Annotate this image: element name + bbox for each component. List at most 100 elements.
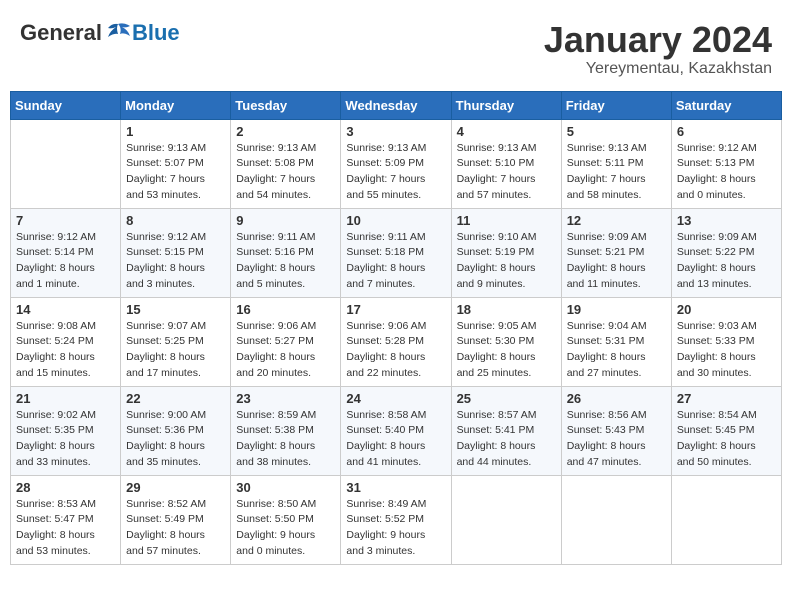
day-number: 27 (677, 391, 776, 406)
day-info: Sunrise: 8:56 AM Sunset: 5:43 PM Dayligh… (567, 408, 666, 471)
day-info: Sunrise: 9:06 AM Sunset: 5:28 PM Dayligh… (346, 319, 445, 382)
logo-general-text: General (20, 20, 102, 46)
day-number: 15 (126, 302, 225, 317)
calendar-cell: 11 Sunrise: 9:10 AM Sunset: 5:19 PM Dayli… (451, 208, 561, 297)
day-info: Sunrise: 8:50 AM Sunset: 5:50 PM Dayligh… (236, 497, 335, 560)
calendar-cell (451, 475, 561, 564)
day-number: 6 (677, 124, 776, 139)
month-title: January 2024 (544, 20, 772, 60)
calendar-cell: 28 Sunrise: 8:53 AM Sunset: 5:47 PM Dayli… (11, 475, 121, 564)
weekday-header-friday: Friday (561, 91, 671, 119)
calendar-cell: 8Sunrise: 9:12 AM Sunset: 5:15 PM Daylig… (121, 208, 231, 297)
day-number: 28 (16, 480, 115, 495)
calendar-cell: 24Sunrise: 8:58 AM Sunset: 5:40 PM Dayli… (341, 386, 451, 475)
calendar-cell: 29 Sunrise: 8:52 AM Sunset: 5:49 PM Dayli… (121, 475, 231, 564)
day-number: 25 (457, 391, 556, 406)
calendar-cell: 30 Sunrise: 8:50 AM Sunset: 5:50 PM Dayli… (231, 475, 341, 564)
calendar-cell: 17 Sunrise: 9:06 AM Sunset: 5:28 PM Dayli… (341, 297, 451, 386)
day-info: Sunrise: 9:12 AM Sunset: 5:15 PM Dayligh… (126, 230, 225, 293)
calendar-cell: 22Sunrise: 9:00 AM Sunset: 5:36 PM Dayli… (121, 386, 231, 475)
calendar-week-row: 1Sunrise: 9:13 AM Sunset: 5:07 PM Daylig… (11, 119, 782, 208)
day-number: 23 (236, 391, 335, 406)
calendar-cell: 2 Sunrise: 9:13 AM Sunset: 5:08 PM Daylig… (231, 119, 341, 208)
weekday-header-wednesday: Wednesday (341, 91, 451, 119)
day-number: 16 (236, 302, 335, 317)
day-number: 17 (346, 302, 445, 317)
day-info: Sunrise: 9:03 AM Sunset: 5:33 PM Dayligh… (677, 319, 776, 382)
calendar-cell: 10 Sunrise: 9:11 AM Sunset: 5:18 PM Dayli… (341, 208, 451, 297)
day-info: Sunrise: 9:02 AM Sunset: 5:35 PM Dayligh… (16, 408, 115, 471)
day-number: 2 (236, 124, 335, 139)
logo-blue-text: Blue (132, 20, 180, 46)
calendar-cell: 26Sunrise: 8:56 AM Sunset: 5:43 PM Dayli… (561, 386, 671, 475)
calendar-cell: 23 Sunrise: 8:59 AM Sunset: 5:38 PM Dayli… (231, 386, 341, 475)
day-number: 29 (126, 480, 225, 495)
calendar-cell: 19Sunrise: 9:04 AM Sunset: 5:31 PM Dayli… (561, 297, 671, 386)
calendar-cell: 4 Sunrise: 9:13 AM Sunset: 5:10 PM Daylig… (451, 119, 561, 208)
title-block: January 2024 Yereymentau, Kazakhstan (544, 20, 772, 78)
day-info: Sunrise: 9:04 AM Sunset: 5:31 PM Dayligh… (567, 319, 666, 382)
day-info: Sunrise: 8:52 AM Sunset: 5:49 PM Dayligh… (126, 497, 225, 560)
weekday-header-thursday: Thursday (451, 91, 561, 119)
logo-bird-icon (104, 22, 132, 44)
calendar-cell: 7 Sunrise: 9:12 AM Sunset: 5:14 PM Daylig… (11, 208, 121, 297)
weekday-header-tuesday: Tuesday (231, 91, 341, 119)
day-number: 11 (457, 213, 556, 228)
calendar-table: SundayMondayTuesdayWednesdayThursdayFrid… (10, 91, 782, 565)
calendar-cell: 31Sunrise: 8:49 AM Sunset: 5:52 PM Dayli… (341, 475, 451, 564)
calendar-week-row: 14Sunrise: 9:08 AM Sunset: 5:24 PM Dayli… (11, 297, 782, 386)
calendar-cell: 15 Sunrise: 9:07 AM Sunset: 5:25 PM Dayli… (121, 297, 231, 386)
calendar-cell: 9 Sunrise: 9:11 AM Sunset: 5:16 PM Daylig… (231, 208, 341, 297)
day-info: Sunrise: 8:59 AM Sunset: 5:38 PM Dayligh… (236, 408, 335, 471)
day-number: 30 (236, 480, 335, 495)
calendar-cell: 14Sunrise: 9:08 AM Sunset: 5:24 PM Dayli… (11, 297, 121, 386)
day-info: Sunrise: 9:12 AM Sunset: 5:14 PM Dayligh… (16, 230, 115, 293)
weekday-header-monday: Monday (121, 91, 231, 119)
day-info: Sunrise: 9:10 AM Sunset: 5:19 PM Dayligh… (457, 230, 556, 293)
day-info: Sunrise: 9:11 AM Sunset: 5:18 PM Dayligh… (346, 230, 445, 293)
calendar-cell: 13 Sunrise: 9:09 AM Sunset: 5:22 PM Dayli… (671, 208, 781, 297)
day-number: 3 (346, 124, 445, 139)
day-info: Sunrise: 8:53 AM Sunset: 5:47 PM Dayligh… (16, 497, 115, 560)
weekday-header-sunday: Sunday (11, 91, 121, 119)
location-subtitle: Yereymentau, Kazakhstan (544, 60, 772, 78)
calendar-cell (11, 119, 121, 208)
calendar-cell: 5Sunrise: 9:13 AM Sunset: 5:11 PM Daylig… (561, 119, 671, 208)
day-info: Sunrise: 9:05 AM Sunset: 5:30 PM Dayligh… (457, 319, 556, 382)
day-info: Sunrise: 8:49 AM Sunset: 5:52 PM Dayligh… (346, 497, 445, 560)
calendar-week-row: 21 Sunrise: 9:02 AM Sunset: 5:35 PM Dayli… (11, 386, 782, 475)
day-number: 21 (16, 391, 115, 406)
calendar-cell: 3 Sunrise: 9:13 AM Sunset: 5:09 PM Daylig… (341, 119, 451, 208)
day-info: Sunrise: 9:13 AM Sunset: 5:08 PM Dayligh… (236, 141, 335, 204)
day-info: Sunrise: 9:13 AM Sunset: 5:07 PM Dayligh… (126, 141, 225, 204)
day-info: Sunrise: 9:09 AM Sunset: 5:22 PM Dayligh… (677, 230, 776, 293)
day-info: Sunrise: 9:13 AM Sunset: 5:09 PM Dayligh… (346, 141, 445, 204)
day-number: 10 (346, 213, 445, 228)
day-info: Sunrise: 8:57 AM Sunset: 5:41 PM Dayligh… (457, 408, 556, 471)
day-info: Sunrise: 9:11 AM Sunset: 5:16 PM Dayligh… (236, 230, 335, 293)
day-number: 9 (236, 213, 335, 228)
day-info: Sunrise: 9:07 AM Sunset: 5:25 PM Dayligh… (126, 319, 225, 382)
calendar-header-row: SundayMondayTuesdayWednesdayThursdayFrid… (11, 91, 782, 119)
day-number: 13 (677, 213, 776, 228)
weekday-header-saturday: Saturday (671, 91, 781, 119)
logo: General Blue (20, 20, 180, 46)
day-number: 5 (567, 124, 666, 139)
calendar-cell (671, 475, 781, 564)
day-number: 20 (677, 302, 776, 317)
day-info: Sunrise: 9:00 AM Sunset: 5:36 PM Dayligh… (126, 408, 225, 471)
day-info: Sunrise: 9:13 AM Sunset: 5:10 PM Dayligh… (457, 141, 556, 204)
calendar-cell: 25 Sunrise: 8:57 AM Sunset: 5:41 PM Dayli… (451, 386, 561, 475)
calendar-cell: 21 Sunrise: 9:02 AM Sunset: 5:35 PM Dayli… (11, 386, 121, 475)
page-header: General Blue January 2024 Yereymentau, K… (10, 10, 782, 83)
calendar-week-row: 7 Sunrise: 9:12 AM Sunset: 5:14 PM Daylig… (11, 208, 782, 297)
day-number: 7 (16, 213, 115, 228)
calendar-week-row: 28 Sunrise: 8:53 AM Sunset: 5:47 PM Dayli… (11, 475, 782, 564)
day-number: 4 (457, 124, 556, 139)
calendar-cell: 12Sunrise: 9:09 AM Sunset: 5:21 PM Dayli… (561, 208, 671, 297)
calendar-cell: 20 Sunrise: 9:03 AM Sunset: 5:33 PM Dayli… (671, 297, 781, 386)
day-number: 14 (16, 302, 115, 317)
calendar-cell: 6Sunrise: 9:12 AM Sunset: 5:13 PM Daylig… (671, 119, 781, 208)
calendar-cell: 27Sunrise: 8:54 AM Sunset: 5:45 PM Dayli… (671, 386, 781, 475)
calendar-cell (561, 475, 671, 564)
